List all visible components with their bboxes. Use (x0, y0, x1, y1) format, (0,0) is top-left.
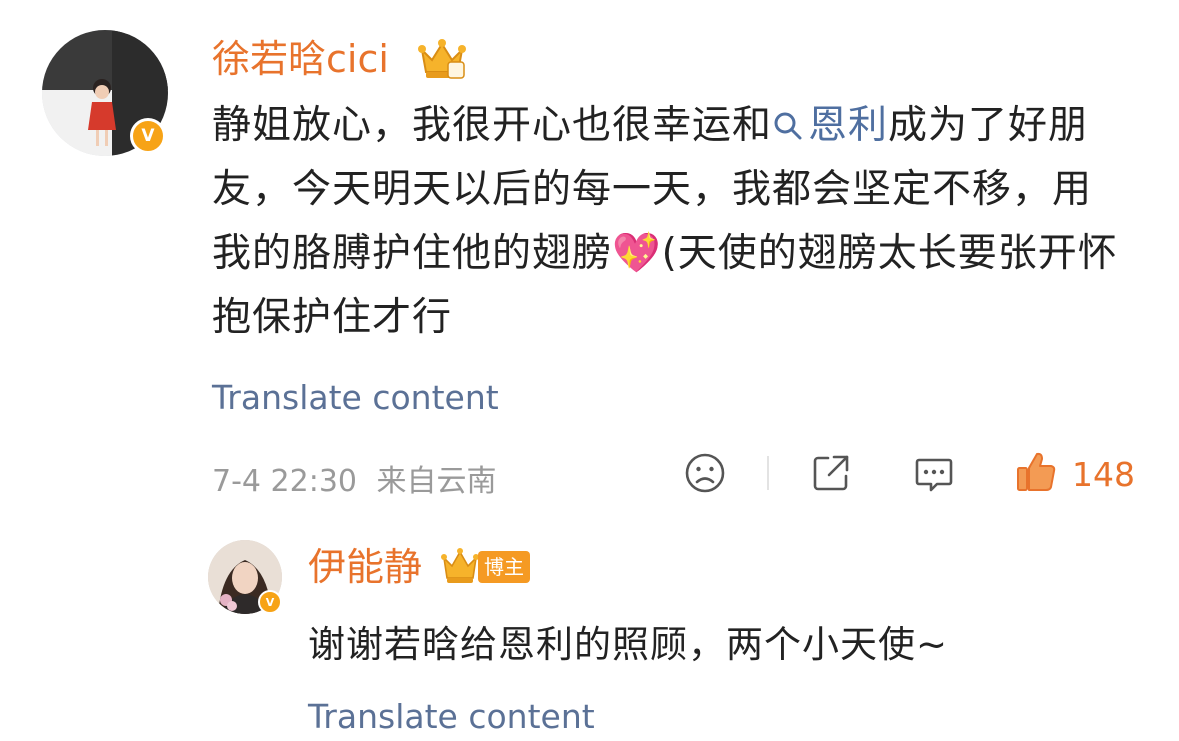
reply-username[interactable]: 伊能静 (308, 548, 422, 586)
comment-icon[interactable] (913, 452, 955, 494)
verified-icon: V (130, 118, 166, 154)
crown-icon[interactable] (414, 36, 470, 82)
share-icon[interactable] (810, 452, 852, 494)
comment-username[interactable]: 徐若晗cici (212, 40, 389, 78)
comment-text-part: 静姐放心，我很开心也很幸运和 (212, 103, 773, 148)
translate-link[interactable]: Translate content (212, 378, 499, 417)
comment-meta: 7-4 22:30 来自云南 (212, 456, 497, 500)
crown-level-icon[interactable] (440, 546, 480, 586)
reply-verified-icon: V (258, 590, 282, 614)
heart-emoji: 💖 (612, 231, 662, 276)
topic-label: 恩利 (808, 103, 889, 148)
action-divider (767, 456, 769, 490)
dislike-face-icon[interactable] (684, 452, 726, 494)
reply-text: 谢谢若晗给恩利的照顾，两个小天使~ (308, 623, 949, 666)
like-count: 148 (1072, 455, 1135, 494)
thumbs-up-icon[interactable] (1014, 450, 1056, 492)
timestamp: 7-4 22:30 (212, 464, 357, 499)
comment-text: 静姐放心，我很开心也很幸运和 恩利成为了好朋友，今天明天以后的每一天，我都会坚定不… (212, 94, 1122, 350)
blogger-badge: 博主 (478, 551, 530, 583)
search-icon (774, 112, 802, 140)
location: 来自云南 (376, 464, 497, 499)
topic-link[interactable]: 恩利 (772, 103, 888, 148)
reply-translate-link[interactable]: Translate content (308, 697, 595, 736)
